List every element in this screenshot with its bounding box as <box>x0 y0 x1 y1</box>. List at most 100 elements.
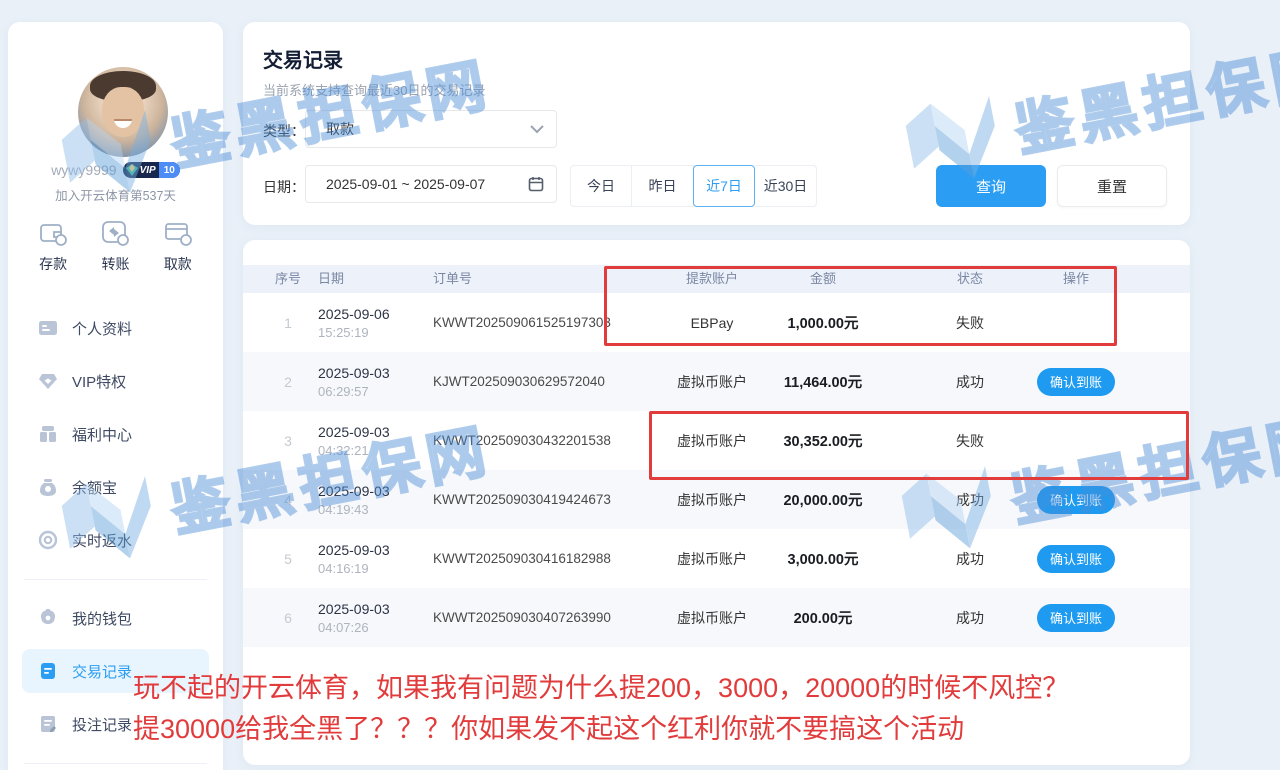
chevron-down-icon <box>530 125 544 134</box>
table-header-row: 序号 日期 订单号 提款账户 金额 状态 操作 <box>243 265 1190 293</box>
row-number: 5 <box>270 529 306 588</box>
table-row: 3 2025-09-03 04:32:21 KWWT20250903043220… <box>243 411 1190 470</box>
sidebar-item-vip[interactable]: VIP特权 <box>22 359 209 403</box>
table-row: 6 2025-09-03 04:07:26 KWWT20250903040726… <box>243 588 1190 647</box>
sidebar-item-label: 福利中心 <box>72 424 132 445</box>
join-days-text: 加入开云体育第537天 <box>8 185 223 204</box>
range-7days-button[interactable]: 近7日 <box>693 165 755 207</box>
date-label: 日期： <box>263 177 305 197</box>
confirm-received-button[interactable]: 确认到账 <box>1037 604 1115 632</box>
table-body: 1 2025-09-06 15:25:19 KWWT20250906152519… <box>243 293 1190 647</box>
table-row: 1 2025-09-06 15:25:19 KWWT20250906152519… <box>243 293 1190 352</box>
row-date: 2025-09-03 04:19:43 <box>318 470 430 529</box>
sidebar-item-profile[interactable]: 个人资料 <box>22 306 209 350</box>
row-number: 4 <box>270 470 306 529</box>
type-select-value: 取款 <box>326 119 530 139</box>
deposit-icon <box>38 218 68 248</box>
vip-level: 10 <box>159 162 180 178</box>
sidebar-item-welfare[interactable]: 福利中心 <box>22 412 209 456</box>
query-button[interactable]: 查询 <box>936 165 1046 207</box>
transfer-button[interactable]: 转账 <box>87 218 143 274</box>
reset-button[interactable]: 重置 <box>1057 165 1167 207</box>
row-action-cell <box>1006 293 1146 352</box>
transaction-icon <box>38 661 58 681</box>
confirm-received-button[interactable]: 确认到账 <box>1037 368 1115 396</box>
sidebar-item-label: 投注记录 <box>72 714 132 735</box>
row-action-cell: 确认到账 <box>1006 588 1146 647</box>
row-date: 2025-09-03 06:29:57 <box>318 352 430 411</box>
row-action-cell <box>1006 411 1146 470</box>
deposit-button[interactable]: 存款 <box>25 218 81 274</box>
sidebar-item-rebate[interactable]: 实时返水 <box>22 518 209 562</box>
range-30days-button[interactable]: 近30日 <box>755 165 817 207</box>
withdraw-button[interactable]: 取款 <box>150 218 206 274</box>
row-time-value: 15:25:19 <box>318 324 369 341</box>
col-header-action: 操作 <box>1006 265 1146 293</box>
quick-actions: 存款 转账 取款 <box>8 218 223 274</box>
row-amount: 1,000.00元 <box>753 293 893 352</box>
quick-action-label: 取款 <box>164 254 192 274</box>
row-amount: 11,464.00元 <box>753 352 893 411</box>
quick-range-group: 今日 昨日 近7日 近30日 <box>570 165 817 207</box>
sidebar-item-label: 个人资料 <box>72 318 132 339</box>
row-date: 2025-09-06 15:25:19 <box>318 293 430 352</box>
nav-divider <box>24 763 207 764</box>
row-number: 3 <box>270 411 306 470</box>
row-amount: 30,352.00元 <box>753 411 893 470</box>
row-date-value: 2025-09-03 <box>318 423 390 442</box>
sidebar-item-transactions[interactable]: 交易记录 <box>22 649 209 693</box>
sidebar: wywy9999 VIP 10 加入开云体育第537天 存款 转账 <box>8 22 223 770</box>
avatar[interactable] <box>78 67 168 157</box>
calendar-icon <box>528 176 544 192</box>
type-select[interactable]: 取款 <box>305 110 557 148</box>
date-range-value: 2025-09-01 ~ 2025-09-07 <box>326 176 528 192</box>
row-number: 2 <box>270 352 306 411</box>
row-amount: 200.00元 <box>753 588 893 647</box>
sidebar-item-label: 我的钱包 <box>72 608 132 629</box>
transfer-icon <box>100 218 130 248</box>
avatar-face <box>102 87 144 137</box>
col-header-amount: 金额 <box>753 265 893 293</box>
col-header-date: 日期 <box>318 265 430 293</box>
table-row: 4 2025-09-03 04:19:43 KWWT20250903041942… <box>243 470 1190 529</box>
row-number: 6 <box>270 588 306 647</box>
row-date: 2025-09-03 04:07:26 <box>318 588 430 647</box>
sidebar-nav: 个人资料 VIP特权 福利中心 余额宝 实时返水 我的钱包 交易记录 <box>22 306 209 770</box>
sidebar-item-label: VIP特权 <box>72 371 126 392</box>
table-row: 2 2025-09-03 06:29:57 KJWT20250903062957… <box>243 352 1190 411</box>
sidebar-item-yuebao[interactable]: 余额宝 <box>22 465 209 509</box>
id-card-icon <box>38 318 58 338</box>
sidebar-item-bets[interactable]: 投注记录 <box>22 702 209 746</box>
range-yesterday-button[interactable]: 昨日 <box>632 165 694 207</box>
row-date-value: 2025-09-06 <box>318 305 390 324</box>
nav-divider <box>24 579 207 580</box>
withdraw-icon <box>163 218 193 248</box>
row-action-cell: 确认到账 <box>1006 529 1146 588</box>
money-pouch-icon <box>38 477 58 497</box>
confirm-received-button[interactable]: 确认到账 <box>1037 545 1115 573</box>
vip-label: VIP <box>138 165 159 176</box>
row-date-value: 2025-09-03 <box>318 600 390 619</box>
rebate-icon <box>38 530 58 550</box>
page-title: 交易记录 <box>263 44 343 73</box>
confirm-received-button[interactable]: 确认到账 <box>1037 486 1115 514</box>
row-time-value: 04:16:19 <box>318 560 369 577</box>
gift-icon <box>38 424 58 444</box>
transactions-table: 序号 日期 订单号 提款账户 金额 状态 操作 1 2025-09-06 15:… <box>243 240 1190 765</box>
row-number: 1 <box>270 293 306 352</box>
sidebar-item-label: 实时返水 <box>72 530 132 551</box>
row-date-value: 2025-09-03 <box>318 364 390 383</box>
sidebar-item-wallet[interactable]: 我的钱包 <box>22 596 209 640</box>
date-range-input[interactable]: 2025-09-01 ~ 2025-09-07 <box>305 165 557 203</box>
row-date-value: 2025-09-03 <box>318 541 390 560</box>
row-time-value: 04:19:43 <box>318 501 369 518</box>
vip-diamond-icon <box>38 371 58 391</box>
sidebar-item-label: 余额宝 <box>72 477 117 498</box>
row-action-cell: 确认到账 <box>1006 352 1146 411</box>
quick-action-label: 转账 <box>101 254 129 274</box>
vip-badge: VIP 10 <box>123 162 180 178</box>
page-subtitle: 当前系统支持查询最近30日的交易记录 <box>263 80 485 99</box>
vip-gem-icon <box>126 164 138 176</box>
range-today-button[interactable]: 今日 <box>570 165 632 207</box>
row-date-value: 2025-09-03 <box>318 482 390 501</box>
